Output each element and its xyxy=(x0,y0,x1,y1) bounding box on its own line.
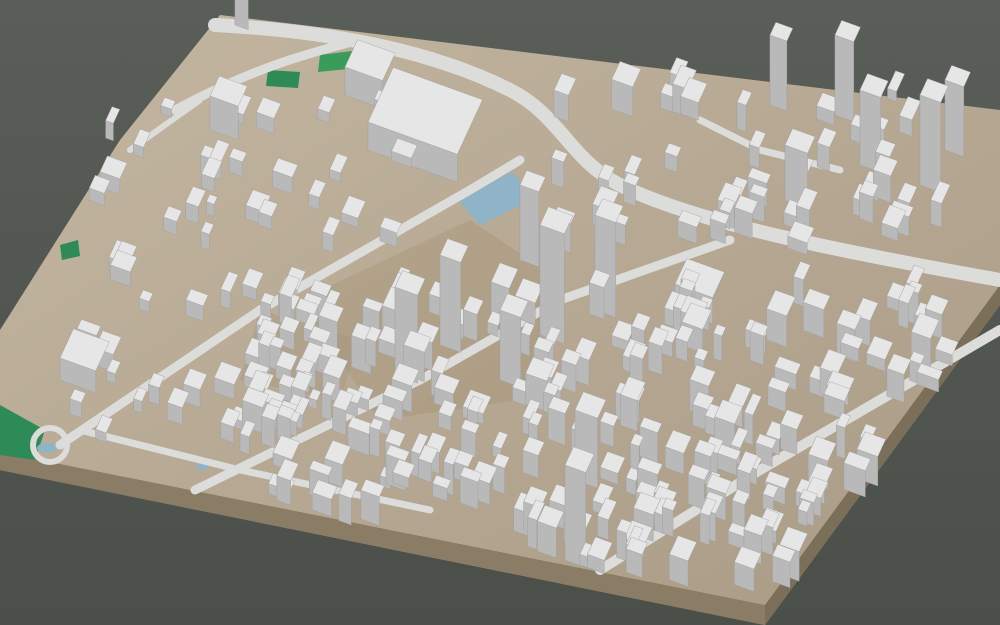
map-viewport[interactable] xyxy=(0,0,1000,625)
park xyxy=(266,70,300,88)
water xyxy=(37,443,57,453)
city-model-scene xyxy=(0,0,1000,625)
